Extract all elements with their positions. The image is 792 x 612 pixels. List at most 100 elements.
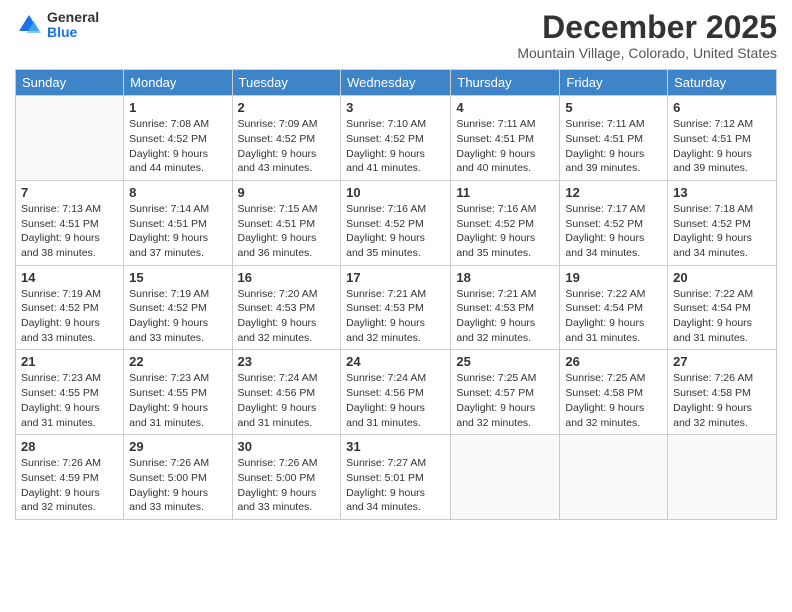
daylight-text-cont: and 44 minutes. — [129, 161, 226, 176]
daylight-text: Daylight: 9 hours — [21, 231, 118, 246]
daylight-text-cont: and 31 minutes. — [346, 416, 445, 431]
daylight-text-cont: and 32 minutes. — [21, 500, 118, 515]
daylight-text-cont: and 39 minutes. — [673, 161, 771, 176]
daylight-text: Daylight: 9 hours — [129, 147, 226, 162]
sunset-text: Sunset: 4:52 PM — [129, 132, 226, 147]
daylight-text: Daylight: 9 hours — [129, 401, 226, 416]
day-info: Sunrise: 7:18 AMSunset: 4:52 PMDaylight:… — [673, 202, 771, 261]
day-info: Sunrise: 7:21 AMSunset: 4:53 PMDaylight:… — [456, 287, 554, 346]
table-row: 6Sunrise: 7:12 AMSunset: 4:51 PMDaylight… — [668, 96, 777, 181]
page: General Blue December 2025 Mountain Vill… — [0, 0, 792, 612]
sunset-text: Sunset: 4:52 PM — [346, 217, 445, 232]
sunrise-text: Sunrise: 7:25 AM — [565, 371, 662, 386]
table-row: 22Sunrise: 7:23 AMSunset: 4:55 PMDayligh… — [124, 350, 232, 435]
day-info: Sunrise: 7:16 AMSunset: 4:52 PMDaylight:… — [456, 202, 554, 261]
day-info: Sunrise: 7:26 AMSunset: 5:00 PMDaylight:… — [129, 456, 226, 515]
sunset-text: Sunset: 4:56 PM — [346, 386, 445, 401]
calendar-week-row: 28Sunrise: 7:26 AMSunset: 4:59 PMDayligh… — [16, 435, 777, 520]
table-row: 7Sunrise: 7:13 AMSunset: 4:51 PMDaylight… — [16, 180, 124, 265]
table-row — [451, 435, 560, 520]
daylight-text: Daylight: 9 hours — [346, 401, 445, 416]
sunset-text: Sunset: 4:51 PM — [565, 132, 662, 147]
table-row: 17 Sunrise: 7:21 AMSunset: 4:53 PMDayligh… — [341, 265, 451, 350]
sunset-text: Sunset: 4:52 PM — [129, 301, 226, 316]
day-number: 19 — [565, 270, 662, 285]
day-info: Sunrise: 7:15 AMSunset: 4:51 PMDaylight:… — [238, 202, 336, 261]
daylight-text: Daylight: 9 hours — [565, 316, 662, 331]
day-number: 29 — [129, 439, 226, 454]
day-info: Sunrise: 7:26 AMSunset: 4:59 PMDaylight:… — [21, 456, 118, 515]
day-info: Sunrise: 7:22 AMSunset: 4:54 PMDaylight:… — [565, 287, 662, 346]
day-number: 6 — [673, 100, 771, 115]
location: Mountain Village, Colorado, United State… — [517, 45, 777, 61]
sunrise-text: Sunrise: 7:16 AM — [346, 202, 445, 217]
daylight-text: Daylight: 9 hours — [346, 316, 445, 331]
sunset-text: Sunset: 4:53 PM — [456, 301, 554, 316]
day-number: 15 — [129, 270, 226, 285]
sunset-text: Sunset: 4:58 PM — [565, 386, 662, 401]
logo-text: General Blue — [47, 10, 99, 41]
sunset-text: Sunset: 4:53 PM — [346, 301, 445, 316]
daylight-text: Daylight: 9 hours — [238, 316, 336, 331]
daylight-text-cont: and 35 minutes. — [346, 246, 445, 261]
daylight-text: Daylight: 9 hours — [565, 401, 662, 416]
daylight-text-cont: and 34 minutes. — [673, 246, 771, 261]
day-number: 20 — [673, 270, 771, 285]
table-row: 20Sunrise: 7:22 AMSunset: 4:54 PMDayligh… — [668, 265, 777, 350]
sunrise-text: Sunrise: 7:13 AM — [21, 202, 118, 217]
header: General Blue December 2025 Mountain Vill… — [15, 10, 777, 61]
table-row: 2Sunrise: 7:09 AMSunset: 4:52 PMDaylight… — [232, 96, 341, 181]
daylight-text: Daylight: 9 hours — [673, 401, 771, 416]
table-row: 4Sunrise: 7:11 AMSunset: 4:51 PMDaylight… — [451, 96, 560, 181]
daylight-text-cont: and 32 minutes. — [238, 331, 336, 346]
daylight-text: Daylight: 9 hours — [129, 231, 226, 246]
sunrise-text: Sunrise: 7:23 AM — [129, 371, 226, 386]
day-number: 17 — [346, 270, 445, 285]
sunset-text: Sunset: 4:52 PM — [346, 132, 445, 147]
daylight-text-cont: and 37 minutes. — [129, 246, 226, 261]
daylight-text: Daylight: 9 hours — [565, 231, 662, 246]
logo-icon — [15, 11, 43, 39]
daylight-text: Daylight: 9 hours — [238, 401, 336, 416]
daylight-text-cont: and 34 minutes. — [346, 500, 445, 515]
logo: General Blue — [15, 10, 99, 41]
sunrise-text: Sunrise: 7:10 AM — [346, 117, 445, 132]
day-info: Sunrise: 7:17 AMSunset: 4:52 PMDaylight:… — [565, 202, 662, 261]
daylight-text-cont: and 33 minutes. — [129, 500, 226, 515]
month-title: December 2025 — [517, 10, 777, 45]
sunrise-text: Sunrise: 7:26 AM — [673, 371, 771, 386]
day-number: 23 — [238, 354, 336, 369]
day-info: Sunrise: 7:20 AMSunset: 4:53 PMDaylight:… — [238, 287, 336, 346]
day-number: 1 — [129, 100, 226, 115]
table-row: 13 Sunrise: 7:18 AMSunset: 4:52 PMDayligh… — [668, 180, 777, 265]
table-row: 16Sunrise: 7:20 AMSunset: 4:53 PMDayligh… — [232, 265, 341, 350]
table-row — [560, 435, 668, 520]
day-number: 3 — [346, 100, 445, 115]
sunrise-text: Sunrise: 7:24 AM — [238, 371, 336, 386]
sunrise-text: Sunrise: 7:19 AM — [129, 287, 226, 302]
sunrise-text: Sunrise: 7:21 AM — [346, 287, 445, 302]
daylight-text-cont: and 33 minutes. — [238, 500, 336, 515]
day-number: 11 — [456, 185, 554, 200]
table-row: 18Sunrise: 7:21 AMSunset: 4:53 PMDayligh… — [451, 265, 560, 350]
sunset-text: Sunset: 4:54 PM — [565, 301, 662, 316]
day-info: Sunrise: 7:16 AMSunset: 4:52 PMDaylight:… — [346, 202, 445, 261]
table-row: 24Sunrise: 7:24 AMSunset: 4:56 PMDayligh… — [341, 350, 451, 435]
daylight-text: Daylight: 9 hours — [346, 147, 445, 162]
sunset-text: Sunset: 4:51 PM — [238, 217, 336, 232]
sunrise-text: Sunrise: 7:11 AM — [565, 117, 662, 132]
day-info: Sunrise: 7:25 AMSunset: 4:58 PMDaylight:… — [565, 371, 662, 430]
table-row — [16, 96, 124, 181]
table-row: 29 Sunrise: 7:26 AMSunset: 5:00 PMDayligh… — [124, 435, 232, 520]
sunset-text: Sunset: 4:57 PM — [456, 386, 554, 401]
day-number: 13 — [673, 185, 771, 200]
table-row: 25Sunrise: 7:25 AMSunset: 4:57 PMDayligh… — [451, 350, 560, 435]
table-row: 27Sunrise: 7:26 AMSunset: 4:58 PMDayligh… — [668, 350, 777, 435]
sunrise-text: Sunrise: 7:23 AM — [21, 371, 118, 386]
sunset-text: Sunset: 5:00 PM — [129, 471, 226, 486]
calendar-week-row: 1Sunrise: 7:08 AMSunset: 4:52 PMDaylight… — [16, 96, 777, 181]
day-number: 9 — [238, 185, 336, 200]
daylight-text: Daylight: 9 hours — [238, 486, 336, 501]
daylight-text: Daylight: 9 hours — [238, 231, 336, 246]
table-row: 1Sunrise: 7:08 AMSunset: 4:52 PMDaylight… — [124, 96, 232, 181]
